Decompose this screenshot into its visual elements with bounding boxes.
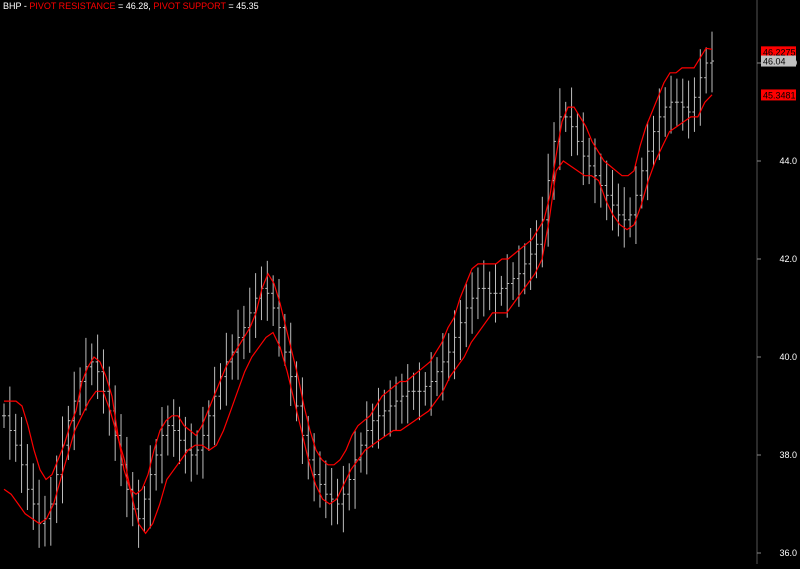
legend-support-label: PIVOT SUPPORT	[153, 1, 226, 11]
y-tick-label: 42.0	[779, 254, 797, 264]
price-chart[interactable]: 36.038.040.042.044.046.0 46.227546.0445.…	[0, 0, 800, 564]
legend-symbol: BHP	[3, 1, 22, 11]
y-tick-label: 38.0	[779, 450, 797, 460]
chart-canvas[interactable]: 36.038.040.042.044.046.0 46.227546.0445.…	[0, 0, 800, 564]
price-marker-label: 46.04	[763, 57, 786, 67]
price-marker-label: 45.3481	[763, 90, 796, 100]
y-tick-label: 40.0	[779, 352, 797, 362]
chart-legend: BHP - PIVOT RESISTANCE = 46.28, PIVOT SU…	[3, 1, 259, 12]
y-tick-label: 44.0	[779, 156, 797, 166]
legend-support-value: = 45.35	[225, 1, 259, 11]
chart-background	[0, 0, 800, 564]
legend-resistance-value: = 46.28,	[115, 1, 154, 11]
legend-resistance-label: PIVOT RESISTANCE	[29, 1, 116, 11]
y-tick-label: 36.0	[779, 548, 797, 558]
